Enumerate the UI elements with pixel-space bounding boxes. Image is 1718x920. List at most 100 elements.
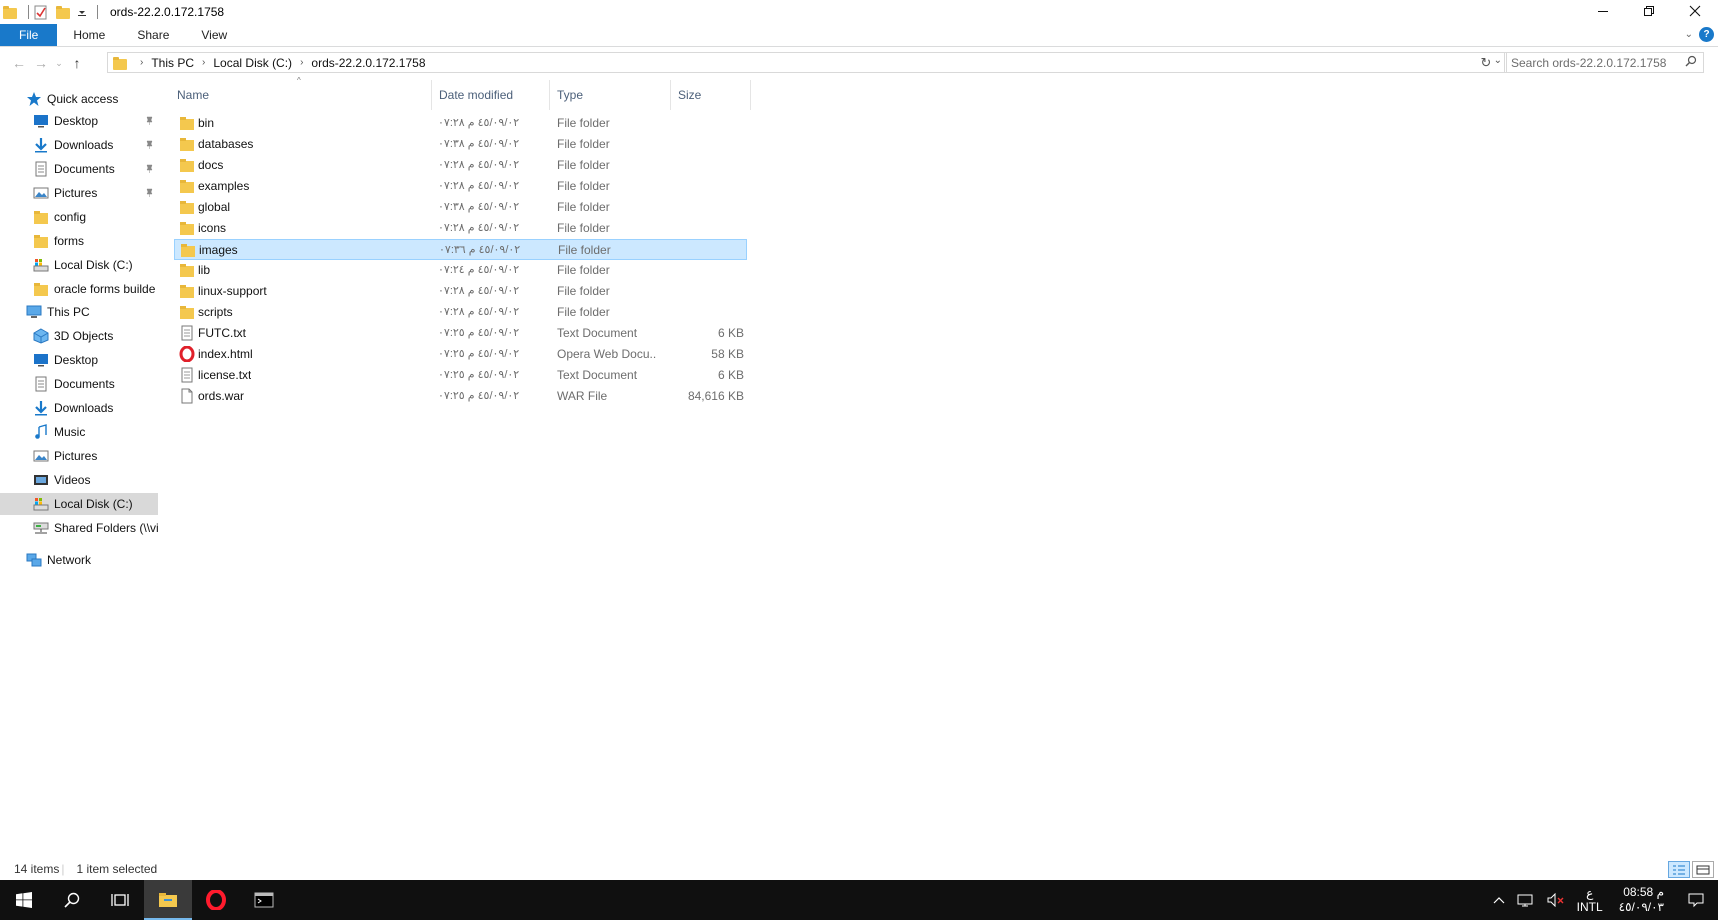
breadcrumb-local-disk[interactable]: Local Disk (C:) <box>213 56 292 70</box>
file-name: bin <box>198 116 215 130</box>
folder-icon <box>180 242 196 258</box>
sidebar-item-pc-4[interactable]: Music <box>0 421 158 443</box>
file-size: 58 KB <box>711 347 744 361</box>
column-date-modified[interactable]: Date modified <box>432 80 550 110</box>
quick-access-star-icon <box>26 91 42 107</box>
nav-this-pc[interactable]: This PC <box>0 301 158 323</box>
restore-button[interactable] <box>1626 0 1672 22</box>
help-icon[interactable]: ? <box>1699 27 1714 42</box>
sidebar-item-pc-5[interactable]: Pictures <box>0 445 158 467</box>
file-date-modified: ٤٥/٠٩/٠٢ م ٠٧:٢٥ <box>438 348 520 360</box>
start-button[interactable] <box>0 880 48 920</box>
sidebar-item-pc-1[interactable]: Desktop <box>0 349 158 371</box>
file-explorer-taskbar-button[interactable] <box>144 880 192 920</box>
file-date-modified: ٤٥/٠٩/٠٢ م ٠٧:٢٨ <box>438 117 520 129</box>
file-size <box>654 302 744 323</box>
sidebar-item-pc-0[interactable]: 3D Objects <box>0 325 158 347</box>
search-taskbar-button[interactable] <box>48 880 96 920</box>
tab-share[interactable]: Share <box>121 24 185 46</box>
file-size: 6 KB <box>717 326 744 340</box>
file-row[interactable]: lib ٤٥/٠٩/٠٢ م ٠٧:٢٤ File folder <box>174 260 747 281</box>
sidebar-item-quick-1[interactable]: Downloads <box>0 134 158 156</box>
properties-icon[interactable] <box>33 4 49 20</box>
file-size <box>654 260 744 281</box>
videos-icon <box>33 472 49 488</box>
refresh-icon[interactable]: ↻ <box>1476 52 1496 73</box>
file-row[interactable]: global ٤٥/٠٩/٠٢ م ٠٧:٣٨ File folder <box>174 197 747 218</box>
file-row[interactable]: bin ٤٥/٠٩/٠٢ م ٠٧:٢٨ File folder <box>174 113 747 134</box>
volume-tray-button[interactable] <box>1541 893 1571 907</box>
breadcrumb-this-pc[interactable]: This PC <box>151 56 194 70</box>
expand-ribbon-icon[interactable]: ⌄ <box>1685 29 1693 40</box>
network-icon <box>1517 894 1533 907</box>
nav-item-label: oracle forms builde <box>54 282 156 296</box>
notification-icon <box>1688 893 1704 908</box>
file-type: Text Document <box>557 368 638 382</box>
opera-icon <box>206 890 226 910</box>
file-row[interactable]: docs ٤٥/٠٩/٠٢ م ٠٧:٢٨ File folder <box>174 155 747 176</box>
file-row[interactable]: databases ٤٥/٠٩/٠٢ م ٠٧:٣٨ File folder <box>174 134 747 155</box>
file-row[interactable]: ords.war ٤٥/٠٩/٠٢ م ٠٧:٢٥ WAR File 84,616 K… <box>174 386 747 407</box>
sidebar-item-pc-7[interactable]: Local Disk (C:) <box>0 493 158 515</box>
sidebar-item-quick-5[interactable]: forms <box>0 230 158 252</box>
input-language-indicator[interactable]: ع INTL <box>1571 886 1609 914</box>
customize-chevron-icon[interactable] <box>77 4 87 20</box>
selection-count: 1 item selected <box>76 862 158 876</box>
search-icon <box>64 892 80 908</box>
file-name: images <box>199 243 238 257</box>
item-count: 14 items <box>14 862 60 876</box>
file-row[interactable]: license.txt ٤٥/٠٩/٠٢ م ٠٧:٢٥ Text Document… <box>174 365 747 386</box>
task-view-button[interactable] <box>96 880 144 920</box>
file-row[interactable]: linux-support ٤٥/٠٩/٠٢ م ٠٧:٢٨ File folder <box>174 281 747 302</box>
details-view-button[interactable] <box>1668 861 1690 878</box>
chevron-right-icon[interactable]: › <box>140 57 143 68</box>
sidebar-item-quick-7[interactable]: oracle forms builde <box>0 278 158 300</box>
column-type[interactable]: Type <box>550 80 671 110</box>
new-folder-icon[interactable] <box>55 4 71 20</box>
nav-network[interactable]: Network <box>0 549 158 571</box>
minimize-button[interactable] <box>1580 0 1626 22</box>
file-row[interactable]: FUTC.txt ٤٥/٠٩/٠٢ م ٠٧:٢٥ Text Document 6 K… <box>174 323 747 344</box>
chevron-right-icon[interactable]: › <box>300 57 303 68</box>
up-button[interactable]: ↑ <box>66 55 88 71</box>
sidebar-item-pc-8[interactable]: Shared Folders (\\vi <box>0 517 158 539</box>
sidebar-item-quick-3[interactable]: Pictures <box>0 182 158 204</box>
file-row[interactable]: index.html ٤٥/٠٩/٠٢ م ٠٧:٢٥ Opera Web Docu… <box>174 344 747 365</box>
sidebar-item-pc-2[interactable]: Documents <box>0 373 158 395</box>
file-row[interactable]: scripts ٤٥/٠٩/٠٢ م ٠٧:٢٨ File folder <box>174 302 747 323</box>
back-button[interactable]: ← <box>8 55 30 71</box>
file-type: Text Document <box>557 326 638 340</box>
nav-quick-access[interactable]: Quick access <box>0 88 158 110</box>
file-date-modified: ٤٥/٠٩/٠٢ م ٠٧:٢٥ <box>438 327 520 339</box>
sidebar-item-pc-3[interactable]: Downloads <box>0 397 158 419</box>
action-center-button[interactable] <box>1674 892 1718 908</box>
column-name[interactable]: Name <box>170 80 432 110</box>
tab-view[interactable]: View <box>185 24 243 46</box>
sidebar-item-quick-4[interactable]: config <box>0 206 158 228</box>
file-date-modified: ٤٥/٠٩/٠٢ م ٠٧:٣٨ <box>438 201 520 213</box>
large-icons-view-button[interactable] <box>1692 861 1714 878</box>
forward-button[interactable]: → <box>30 55 52 71</box>
file-row[interactable]: icons ٤٥/٠٩/٠٢ م ٠٧:٢٨ File folder <box>174 218 747 239</box>
address-bar[interactable]: › This PC › Local Disk (C:) › ords-22.2.… <box>107 52 1507 73</box>
opera-taskbar-button[interactable] <box>192 880 240 920</box>
taskbar: ع INTL 08:58 م ٤٥/٠٩/٠٣ <box>0 880 1718 920</box>
tab-home[interactable]: Home <box>57 24 121 46</box>
sidebar-item-pc-6[interactable]: Videos <box>0 469 158 491</box>
show-hidden-icons-button[interactable] <box>1487 895 1511 905</box>
sidebar-item-quick-6[interactable]: Local Disk (C:) <box>0 254 158 276</box>
file-row[interactable]: examples ٤٥/٠٩/٠٢ م ٠٧:٢٨ File folder <box>174 176 747 197</box>
chevron-right-icon[interactable]: › <box>202 57 205 68</box>
breadcrumb-current-folder[interactable]: ords-22.2.0.172.1758 <box>311 56 425 70</box>
column-size[interactable]: Size <box>671 80 751 110</box>
sidebar-item-quick-0[interactable]: Desktop <box>0 110 158 132</box>
tab-file[interactable]: File <box>0 24 58 46</box>
command-prompt-taskbar-button[interactable] <box>240 880 288 920</box>
file-row[interactable]: images ٤٥/٠٩/٠٢ م ٠٧:٣٦ File folder <box>174 239 747 260</box>
close-button[interactable] <box>1672 0 1718 22</box>
network-tray-button[interactable] <box>1511 893 1541 907</box>
recent-locations-icon[interactable]: ⌄ <box>52 58 66 69</box>
sidebar-item-quick-2[interactable]: Documents <box>0 158 158 180</box>
search-input[interactable]: Search ords-22.2.0.172.1758 <box>1504 52 1704 73</box>
clock[interactable]: 08:58 م ٤٥/٠٩/٠٣ <box>1609 885 1674 915</box>
